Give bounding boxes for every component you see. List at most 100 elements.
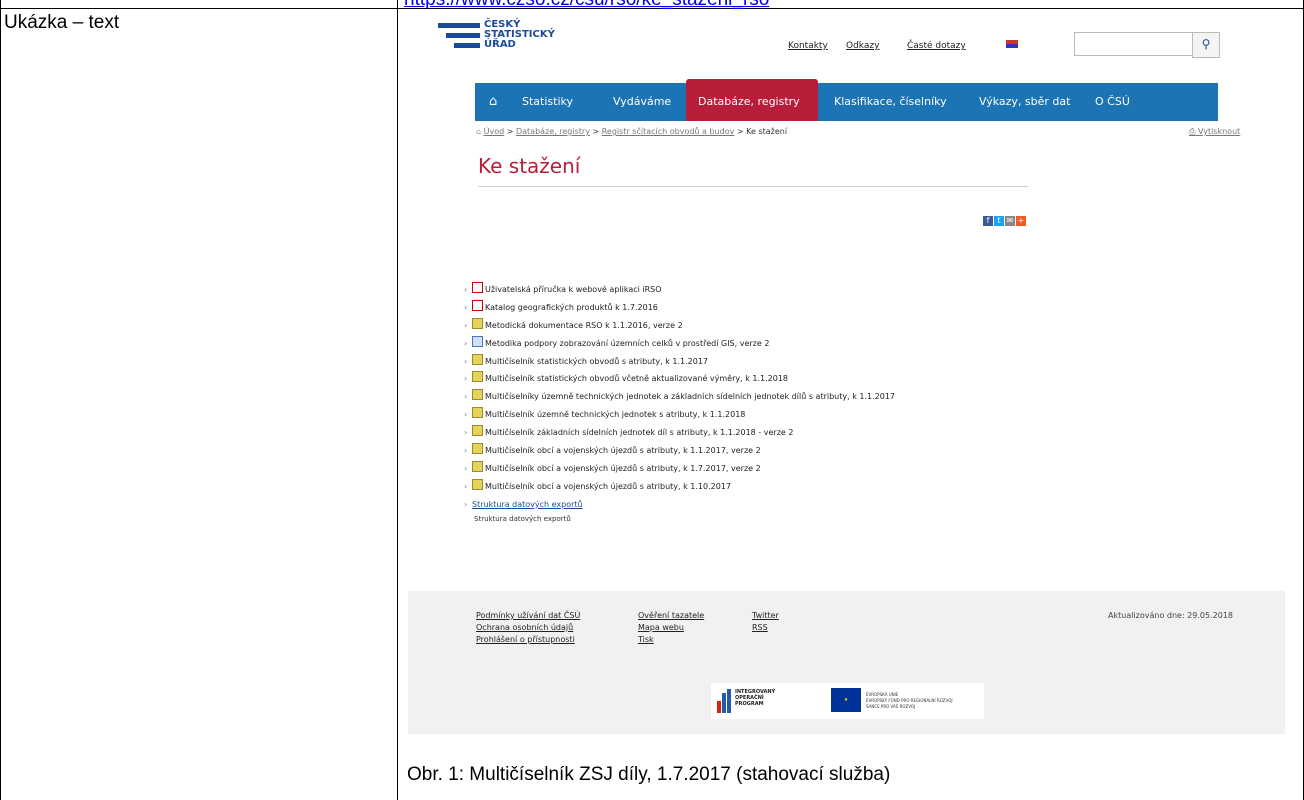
zip-file-icon bbox=[472, 389, 483, 401]
chevron-right-icon: › bbox=[464, 428, 468, 438]
logo-line: ÚŘAD bbox=[484, 39, 516, 50]
csu-logo[interactable]: ČESKÝ STATISTICKÝ ÚŘAD bbox=[438, 20, 588, 54]
printer-icon: ⎙ bbox=[1189, 127, 1196, 136]
top-link-kontakty[interactable]: Kontakty bbox=[788, 41, 828, 51]
pdf-file-icon bbox=[472, 282, 483, 293]
chevron-right-icon: › bbox=[464, 285, 468, 294]
eu-logo-text: EVROPSKÁ UNIE EVROPSKÝ FOND PRO REGIONÁL… bbox=[866, 692, 953, 710]
list-item[interactable]: › Multičíselník obcí a vojenských újezdů … bbox=[464, 460, 895, 478]
chevron-right-icon: › bbox=[464, 463, 468, 473]
breadcrumb-home[interactable]: Úvod bbox=[484, 127, 505, 136]
facebook-icon[interactable]: f bbox=[983, 216, 993, 226]
list-item[interactable]: › Multičíselníky územně technických jedno… bbox=[464, 388, 895, 406]
chevron-right-icon: › bbox=[464, 446, 468, 456]
iop-logo-icon bbox=[717, 689, 732, 713]
breadcrumb: ⌂ Úvod > Databáze, registry > Registr sč… bbox=[476, 127, 788, 136]
print-label: Vytisknout bbox=[1197, 127, 1241, 136]
logo-text: ČESKÝ STATISTICKÝ ÚŘAD bbox=[484, 20, 555, 50]
page-title: Ke stažení bbox=[478, 154, 581, 178]
list-item-label: Multičíselník obcí a vojenských újezdů s… bbox=[485, 446, 761, 456]
logo-bar bbox=[446, 33, 480, 38]
doc-file-icon bbox=[472, 335, 483, 347]
eu-line: ŠANCE PRO VÁŠ ROZVOJ bbox=[866, 704, 916, 709]
eu-funding-logos: INTEGROVANÝ OPERAČNÍ PROGRAM ★ EVROPSKÁ … bbox=[711, 683, 984, 719]
list-item[interactable]: › Katalog geografických produktů k 1.7.20… bbox=[464, 299, 895, 317]
top-url-link[interactable]: https://www.czso.cz/csu/rso/ke_stazeni_r… bbox=[404, 0, 769, 11]
list-item[interactable]: › Multičíselník statistických obvodů včet… bbox=[464, 370, 895, 388]
list-item-label: Multičíselník územně technických jednote… bbox=[485, 410, 746, 420]
footer-link[interactable]: Mapa webu bbox=[638, 623, 684, 632]
footer-link[interactable]: Ověření tazatele bbox=[638, 611, 704, 620]
footer: Podmínky užívání dat ČSÚ Ochrana osobníc… bbox=[408, 591, 1285, 734]
chevron-right-icon: › bbox=[464, 481, 468, 491]
list-item[interactable]: › Metodická dokumentace RSO k 1.1.2016, v… bbox=[464, 317, 895, 335]
nav-item-statistiky[interactable]: Statistiky bbox=[522, 83, 573, 121]
list-item-label: Multičíselník statistických obvodů včetn… bbox=[485, 374, 789, 384]
zip-file-icon bbox=[472, 460, 483, 472]
footer-link[interactable]: Ochrana osobních údajů bbox=[476, 623, 573, 632]
chevron-right-icon: › bbox=[464, 392, 468, 402]
chevron-right-icon: › bbox=[464, 374, 468, 384]
list-item[interactable]: › Multičíselník statistických obvodů s at… bbox=[464, 353, 895, 371]
breadcrumb-item[interactable]: Registr sčítacích obvodů a budov bbox=[602, 127, 735, 136]
share-plus-icon[interactable]: + bbox=[1016, 216, 1026, 226]
download-list: › Uživatelská příručka k webové aplikaci … bbox=[464, 281, 895, 524]
zip-file-icon bbox=[472, 353, 483, 365]
zip-file-icon bbox=[472, 478, 483, 490]
structure-link[interactable]: Struktura datových exportů bbox=[472, 500, 583, 509]
title-divider bbox=[478, 186, 1028, 187]
list-item[interactable]: › Multičíselník základních sídelních jedn… bbox=[464, 424, 895, 442]
zip-file-icon bbox=[472, 425, 483, 437]
list-item[interactable]: › Uživatelská příručka k webové aplikaci … bbox=[464, 281, 895, 299]
print-link[interactable]: ⎙ Vytisknout bbox=[1189, 127, 1240, 137]
footer-link[interactable]: Prohlášení o přístupnosti bbox=[476, 635, 575, 644]
home-icon[interactable]: ⌂ bbox=[489, 83, 497, 121]
iop-line: PROGRAM bbox=[735, 701, 764, 707]
top-link-odkazy[interactable]: Odkazy bbox=[846, 41, 879, 51]
footer-link[interactable]: Podmínky užívání dat ČSÚ bbox=[476, 611, 580, 620]
list-item-label: Uživatelská příručka k webové aplikaci i… bbox=[485, 285, 662, 294]
zip-file-icon bbox=[472, 371, 483, 383]
logo-bar bbox=[438, 23, 480, 28]
nav-item-o-csu[interactable]: O ČSÚ bbox=[1095, 83, 1130, 121]
twitter-icon[interactable]: t bbox=[994, 216, 1004, 226]
breadcrumb-item[interactable]: Databáze, registry bbox=[516, 127, 590, 136]
email-icon[interactable]: ✉ bbox=[1005, 216, 1015, 226]
main-nav: ⌂ Statistiky Vydáváme Databáze, registry… bbox=[475, 79, 1218, 121]
list-item-label: Multičíselník základních sídelních jedno… bbox=[485, 428, 794, 438]
figure-caption: Obr. 1: Multičíselník ZSJ díly, 1.7.2017… bbox=[407, 764, 891, 785]
list-item-label: Multičíselník obcí a vojenských újezdů s… bbox=[485, 481, 732, 491]
list-item[interactable]: › Struktura datových exportů bbox=[464, 496, 895, 514]
list-item[interactable]: › Multičíselník obcí a vojenských újezdů … bbox=[464, 478, 895, 496]
nav-item-vykazy[interactable]: Výkazy, sběr dat bbox=[979, 83, 1070, 121]
search-icon[interactable]: ⚲ bbox=[1192, 32, 1220, 58]
list-item-label: Multičíselníky územně technických jednot… bbox=[485, 392, 895, 402]
eu-flag-icon: ★ bbox=[831, 688, 861, 712]
chevron-right-icon: › bbox=[464, 302, 468, 312]
chevron-right-icon: › bbox=[464, 499, 468, 509]
list-item-label: Katalog geografických produktů k 1.7.201… bbox=[485, 302, 658, 312]
last-updated: Aktualizováno dne: 29.05.2018 bbox=[1108, 611, 1234, 620]
social-share: f t ✉ + bbox=[983, 208, 1027, 227]
search-input[interactable] bbox=[1074, 32, 1193, 56]
home-icon: ⌂ bbox=[476, 127, 482, 136]
structure-subtitle: Struktura datových exportů bbox=[474, 514, 571, 523]
chevron-right-icon: › bbox=[464, 356, 468, 366]
nav-item-databaze[interactable]: Databáze, registry bbox=[698, 83, 800, 121]
nav-item-vydavame[interactable]: Vydáváme bbox=[613, 83, 671, 121]
list-item[interactable]: › Multičíselník obcí a vojenských újezdů … bbox=[464, 442, 895, 460]
nav-item-klasifikace[interactable]: Klasifikace, číselníky bbox=[834, 83, 947, 121]
chevron-right-icon: › bbox=[464, 320, 468, 330]
chevron-right-icon: › bbox=[464, 338, 468, 348]
logo-bar bbox=[454, 43, 480, 48]
list-item[interactable]: › Multičíselník územně technických jednot… bbox=[464, 406, 895, 424]
footer-link[interactable]: RSS bbox=[752, 623, 768, 632]
english-flag-icon[interactable] bbox=[1006, 40, 1018, 48]
list-item[interactable]: › Metodika podpory zobrazování územních c… bbox=[464, 335, 895, 353]
top-link-faq[interactable]: Časté dotazy bbox=[907, 41, 966, 51]
footer-link[interactable]: Tisk bbox=[638, 635, 654, 644]
list-item-label: Metodika podpory zobrazování územních ce… bbox=[485, 338, 770, 348]
list-item-label: Multičíselník statistických obvodů s atr… bbox=[485, 356, 709, 366]
footer-link[interactable]: Twitter bbox=[752, 611, 779, 620]
zip-file-icon bbox=[472, 443, 483, 455]
